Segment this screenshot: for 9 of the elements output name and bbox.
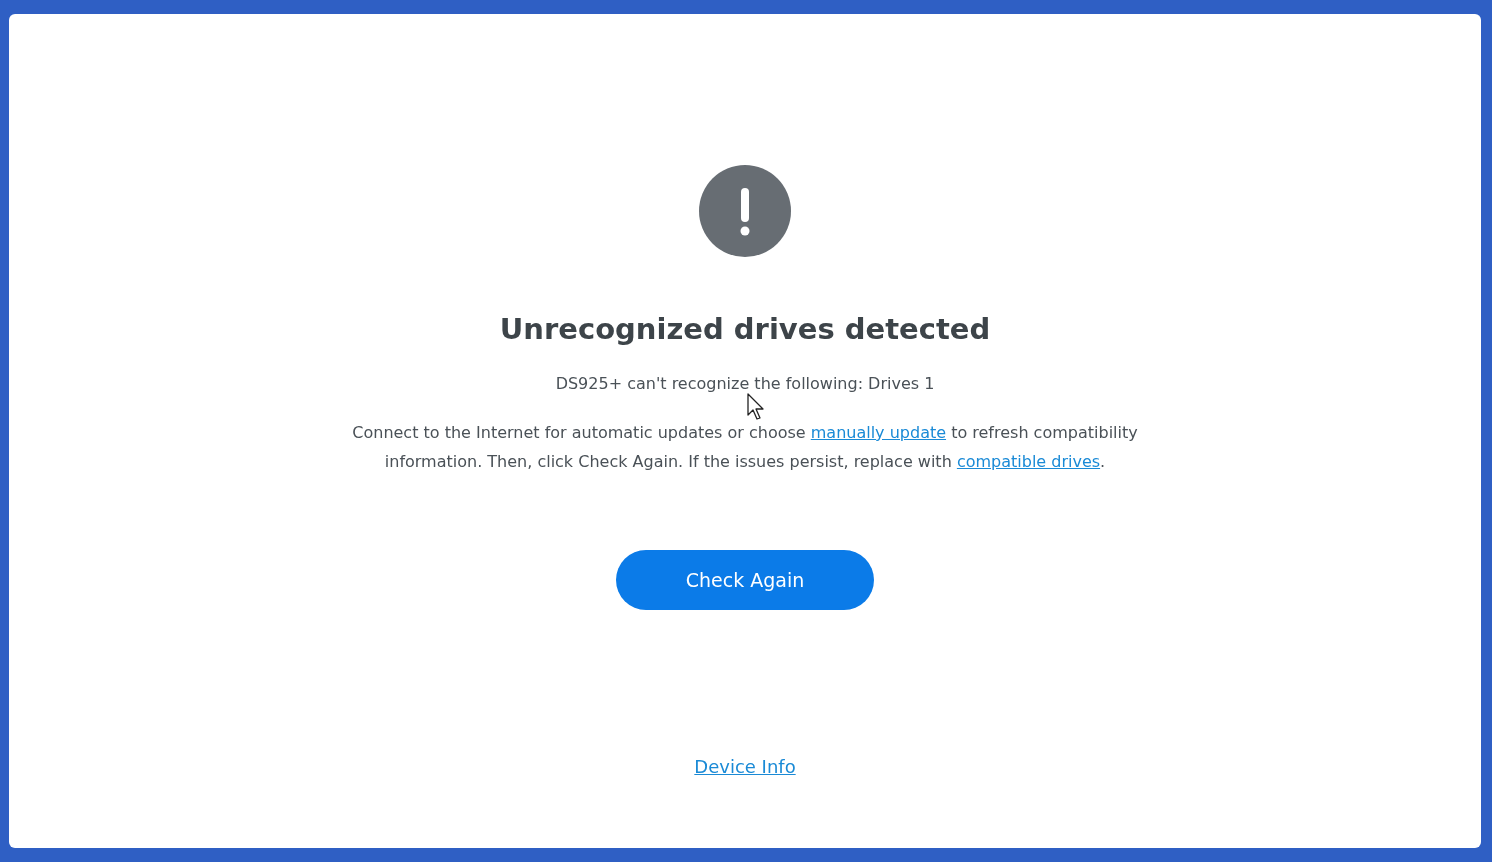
warning-icon (699, 165, 791, 257)
text-link[interactable]: manually update (810, 423, 947, 442)
device-info-link[interactable]: Device Info (694, 755, 796, 779)
instructions-text: Connect to the Internet for automatic updates or choose manually update to refresh compatibility information. Then, click Check Again. If the issues persist, replace with compatible drives. (351, 422, 1139, 473)
dialog-title: Unrecognized drives detected (499, 311, 991, 347)
mouse-pointer-icon (747, 393, 765, 421)
text-link[interactable]: compatible drives (956, 452, 1101, 471)
check-again-button[interactable]: Check Again (616, 550, 874, 610)
drive-status-text: DS925+ can't recognize the following: Drives 1 (555, 373, 935, 395)
